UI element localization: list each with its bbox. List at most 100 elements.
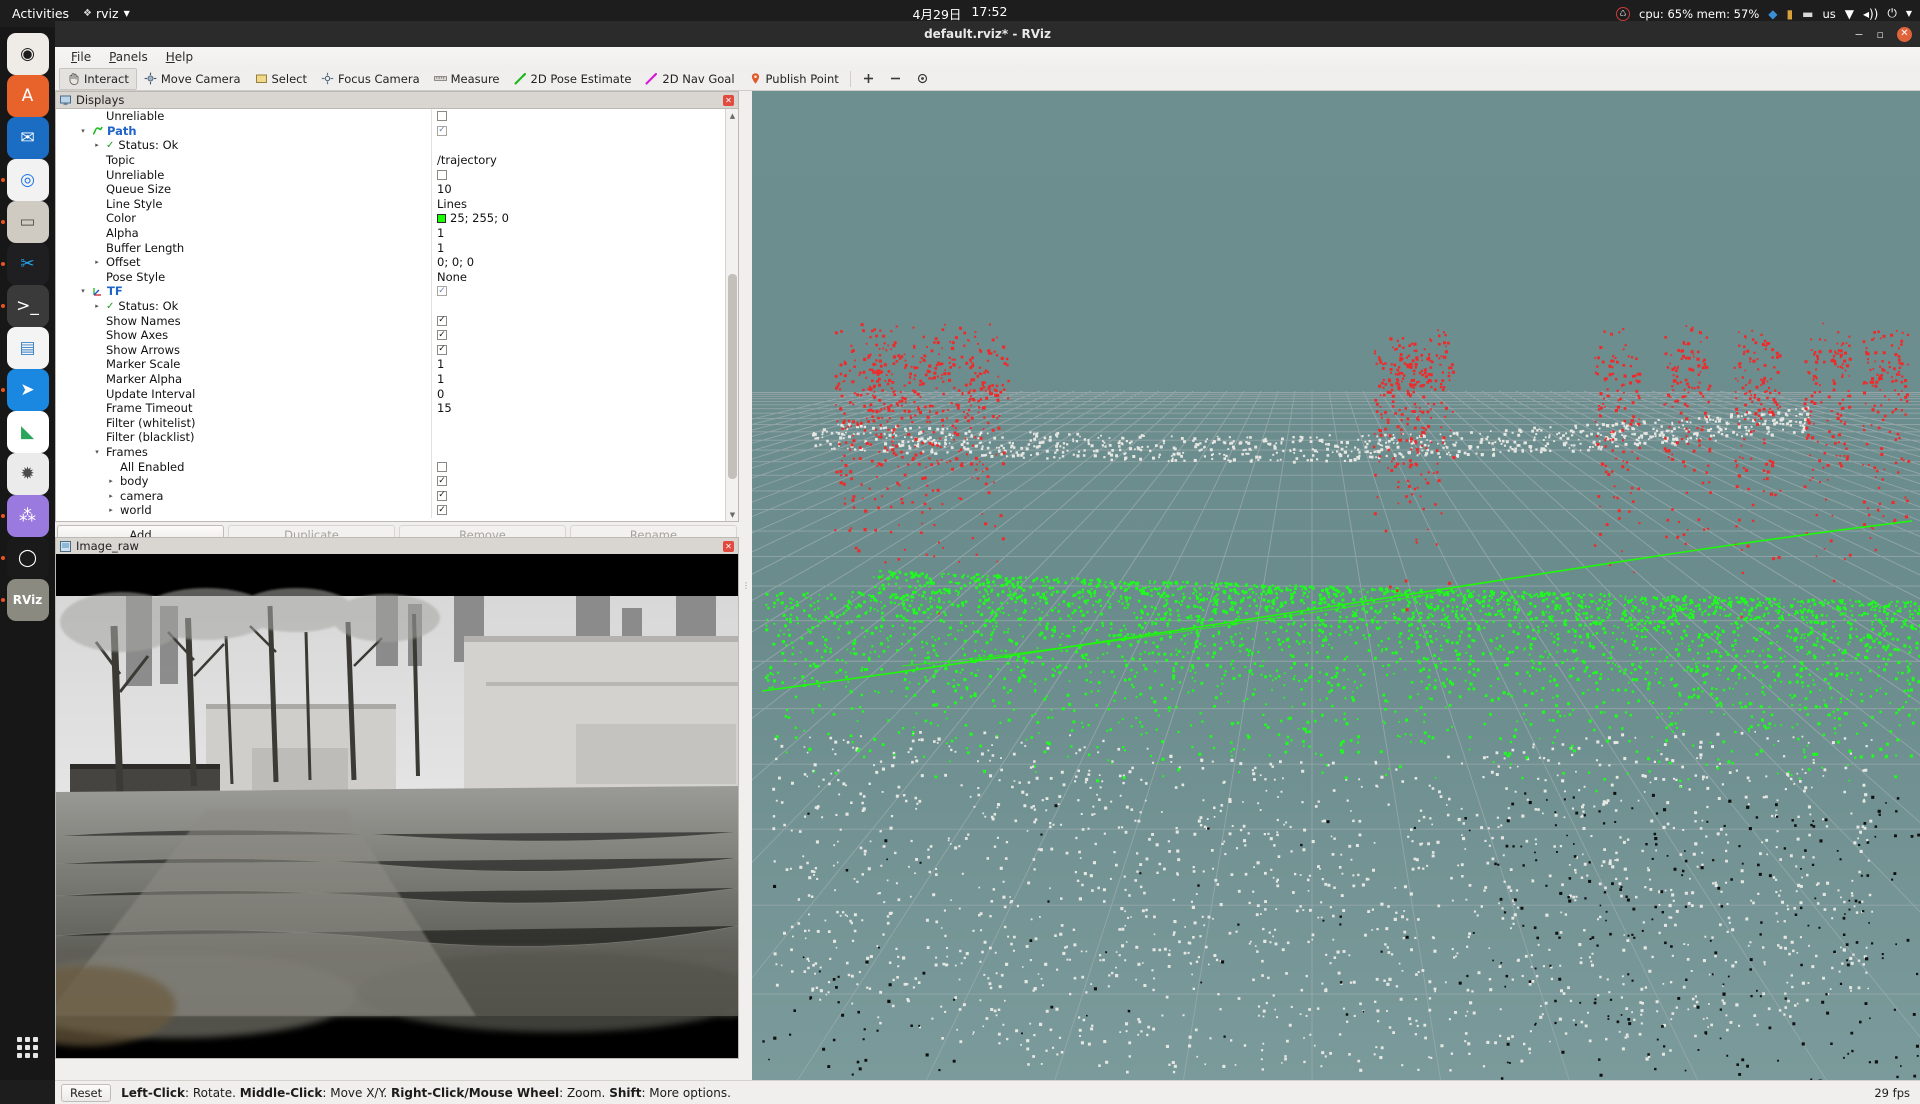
property-checkbox[interactable]	[437, 505, 447, 516]
tool-move-camera[interactable]: Move Camera	[137, 68, 248, 90]
expand-arrow-right-icon[interactable]	[92, 302, 102, 310]
rviz-icon[interactable]: RViz	[0, 579, 49, 621]
displays-tree-scrollbar[interactable]: ▲ ▼	[725, 109, 738, 521]
property-checkbox[interactable]	[437, 286, 447, 297]
tool-properties[interactable]	[909, 68, 936, 90]
keyboard-icon[interactable]: ▬	[1802, 7, 1813, 21]
display-property-row[interactable]: Unreliable	[56, 167, 725, 182]
property-value-cell[interactable]	[431, 459, 725, 474]
property-checkbox[interactable]	[437, 461, 447, 472]
property-value-cell[interactable]: 15	[431, 400, 725, 416]
property-value-cell[interactable]	[431, 342, 725, 358]
color-swatch[interactable]	[437, 213, 446, 223]
display-property-row[interactable]: world	[56, 503, 725, 518]
property-checkbox[interactable]	[437, 125, 447, 136]
property-value-cell[interactable]: Lines	[431, 196, 725, 212]
show-applications-button[interactable]	[7, 1026, 49, 1068]
property-checkbox[interactable]	[437, 476, 447, 487]
reset-button[interactable]: Reset	[61, 1083, 112, 1102]
tool-remove-minus[interactable]	[882, 68, 909, 90]
display-property-row[interactable]: Filter (whitelist)	[56, 415, 725, 431]
display-property-row[interactable]: Unreliable	[56, 109, 725, 124]
volume-icon[interactable]: ◂))	[1863, 7, 1878, 21]
property-value-cell[interactable]: 25; 255; 0	[431, 211, 725, 226]
scroll-up-icon[interactable]: ▲	[726, 109, 738, 122]
dropbox-icon[interactable]: ◆	[1768, 7, 1777, 21]
property-value-cell[interactable]	[431, 167, 725, 182]
expand-arrow-down-icon[interactable]	[92, 448, 102, 456]
property-value-cell[interactable]	[431, 123, 725, 139]
display-property-row[interactable]: Show Names	[56, 313, 725, 328]
property-value-cell[interactable]	[431, 415, 725, 431]
property-checkbox[interactable]	[437, 344, 447, 355]
property-value-cell[interactable]: 10	[431, 181, 725, 197]
property-value-cell[interactable]: 0	[431, 386, 725, 401]
property-checkbox[interactable]	[437, 169, 447, 180]
menu-help[interactable]: Help	[158, 48, 201, 66]
display-property-row[interactable]: Filter (blacklist)	[56, 430, 725, 445]
chevron-down-icon[interactable]: ▼	[1906, 9, 1912, 18]
display-property-row[interactable]: Color 25; 255; 0	[56, 211, 725, 226]
graph-network-icon[interactable]: ⁂	[0, 495, 49, 537]
property-value-cell[interactable]: 0; 0; 0	[431, 254, 725, 270]
system-tray[interactable]: ♺ cpu: 65% mem: 57% ◆ ▮ ▬ us ▼ ◂)) ⏻ ▼	[1616, 6, 1912, 21]
display-property-row[interactable]: All Enabled	[56, 459, 725, 474]
display-property-row[interactable]: body	[56, 473, 725, 489]
property-value-cell[interactable]: 1	[431, 240, 725, 255]
property-value-cell[interactable]	[431, 313, 725, 328]
display-property-row[interactable]: Buffer Length 1	[56, 240, 725, 255]
display-property-row[interactable]: Update Interval 0	[56, 386, 725, 401]
property-value-cell[interactable]	[431, 473, 725, 489]
minimize-button[interactable]: −	[1854, 28, 1863, 41]
tool-2d-nav-goal[interactable]: 2D Nav Goal	[638, 68, 741, 90]
display-property-row[interactable]: ✓Status: Ok	[56, 138, 725, 153]
property-checkbox[interactable]	[437, 330, 447, 341]
files-nautilus-icon[interactable]: ▭	[0, 201, 49, 243]
menu-panels[interactable]: Panels	[101, 48, 156, 66]
display-property-row[interactable]: Alpha 1	[56, 225, 725, 241]
property-value-cell[interactable]	[431, 327, 725, 343]
tool-select[interactable]: Select	[248, 68, 314, 90]
expand-arrow-right-icon[interactable]	[106, 492, 116, 500]
display-property-row[interactable]: TF	[56, 284, 725, 299]
property-checkbox[interactable]	[437, 111, 447, 122]
activities-button[interactable]: Activities	[0, 6, 83, 21]
panel-close-icon[interactable]: ✕	[723, 540, 734, 552]
backup-icon[interactable]: ▮	[1786, 7, 1793, 21]
display-property-row[interactable]: Queue Size 10	[56, 181, 725, 197]
panel-close-icon[interactable]: ✕	[723, 94, 734, 106]
network-icon[interactable]: ▼	[1845, 7, 1854, 21]
displays-tree[interactable]: UnreliablePath✓Status: OkTopic/trajector…	[55, 108, 739, 522]
tool-interact[interactable]: Interact	[59, 67, 137, 90]
app-grid-orange-icon[interactable]: A	[6, 75, 49, 117]
text-editor-icon[interactable]: ▤	[6, 327, 49, 369]
display-property-row[interactable]: Offset 0; 0; 0	[56, 254, 725, 270]
menu-file[interactable]: File	[63, 48, 99, 66]
property-value-cell[interactable]	[431, 138, 725, 153]
scroll-down-icon[interactable]: ▼	[726, 508, 738, 521]
property-value-cell[interactable]: 1	[431, 225, 725, 241]
display-property-row[interactable]: camera	[56, 488, 725, 504]
close-button[interactable]: ✕	[1897, 26, 1912, 42]
property-value-cell[interactable]	[431, 430, 725, 445]
scrollbar-thumb[interactable]	[728, 274, 737, 479]
wps-writer-icon[interactable]: ➤	[0, 369, 49, 411]
record-icon[interactable]: ♺	[1616, 6, 1631, 21]
property-value-cell[interactable]	[431, 284, 725, 299]
property-value-cell[interactable]: None	[431, 269, 725, 285]
maximize-button[interactable]: ▫	[1877, 28, 1884, 41]
tool-2d-pose-estimate[interactable]: 2D Pose Estimate	[507, 68, 639, 90]
terminal-icon[interactable]: >_	[0, 285, 49, 327]
property-value-cell[interactable]: 1	[431, 371, 725, 387]
expand-arrow-down-icon[interactable]	[78, 127, 88, 135]
property-value-cell[interactable]	[431, 444, 725, 460]
display-property-row[interactable]: ✓Status: Ok	[56, 298, 725, 314]
display-property-row[interactable]: Line Style Lines	[56, 196, 725, 212]
property-checkbox[interactable]	[437, 490, 447, 501]
power-icon[interactable]: ⏻	[1887, 6, 1897, 21]
display-property-row[interactable]: Frames	[56, 444, 725, 460]
image-raw-view[interactable]	[55, 554, 739, 1059]
expand-arrow-right-icon[interactable]	[92, 258, 102, 266]
app-menu[interactable]: ❖ rviz ▼	[83, 6, 130, 21]
expand-arrow-right-icon[interactable]	[92, 141, 102, 149]
